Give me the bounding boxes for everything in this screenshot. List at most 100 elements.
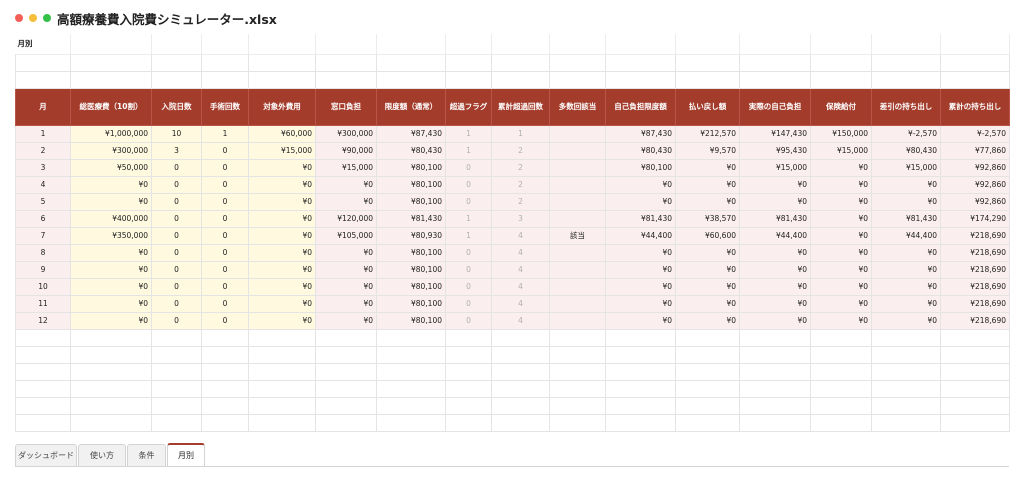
table-cell[interactable]: ¥0 <box>810 295 872 313</box>
table-cell[interactable]: 1 <box>445 210 492 228</box>
table-cell[interactable]: ¥212,570 <box>675 125 740 143</box>
table-cell[interactable]: ¥174,290 <box>940 210 1010 228</box>
sheet-tab[interactable]: 月別 <box>167 443 205 467</box>
empty-cell[interactable] <box>376 54 446 72</box>
table-cell[interactable]: ¥0 <box>675 295 740 313</box>
table-cell[interactable]: ¥80,930 <box>376 227 446 245</box>
empty-cell[interactable] <box>315 363 377 381</box>
table-cell[interactable]: ¥0 <box>605 278 676 296</box>
empty-cell[interactable] <box>491 34 550 55</box>
table-cell[interactable]: 0 <box>445 244 492 262</box>
column-header[interactable]: 累計超過回数 <box>491 88 550 126</box>
table-cell[interactable]: ¥0 <box>315 312 377 330</box>
column-header[interactable]: 払い戻し額 <box>675 88 740 126</box>
empty-cell[interactable] <box>605 71 676 89</box>
column-header[interactable]: 窓口負担 <box>315 88 377 126</box>
table-cell[interactable]: 0 <box>201 244 249 262</box>
empty-cell[interactable] <box>70 34 152 55</box>
table-cell[interactable]: ¥0 <box>810 312 872 330</box>
table-cell[interactable]: ¥0 <box>739 278 811 296</box>
table-cell[interactable]: ¥0 <box>315 176 377 194</box>
table-cell[interactable]: ¥0 <box>315 295 377 313</box>
table-cell[interactable]: 0 <box>201 278 249 296</box>
table-cell[interactable]: ¥0 <box>248 295 316 313</box>
empty-cell[interactable] <box>871 34 941 55</box>
empty-cell[interactable] <box>376 346 446 364</box>
table-cell[interactable] <box>549 210 606 228</box>
empty-cell[interactable] <box>549 380 606 398</box>
empty-cell[interactable] <box>810 54 872 72</box>
table-cell[interactable]: ¥0 <box>871 244 941 262</box>
empty-cell[interactable] <box>871 346 941 364</box>
table-cell[interactable]: ¥0 <box>871 261 941 279</box>
table-cell[interactable]: ¥0 <box>70 193 152 211</box>
empty-cell[interactable] <box>15 71 71 89</box>
column-header[interactable]: 総医療費（10割） <box>70 88 152 126</box>
table-cell[interactable]: ¥400,000 <box>70 210 152 228</box>
empty-cell[interactable] <box>201 346 249 364</box>
table-cell[interactable]: ¥15,000 <box>315 159 377 177</box>
empty-cell[interactable] <box>675 397 740 415</box>
table-cell[interactable]: ¥15,000 <box>810 142 872 160</box>
table-cell[interactable]: ¥87,430 <box>376 125 446 143</box>
empty-cell[interactable] <box>248 34 316 55</box>
empty-cell[interactable] <box>675 34 740 55</box>
table-cell[interactable]: 0 <box>445 261 492 279</box>
empty-cell[interactable] <box>871 414 941 432</box>
empty-cell[interactable] <box>940 346 1010 364</box>
table-cell[interactable]: 6 <box>15 210 71 228</box>
table-cell[interactable]: ¥60,000 <box>248 125 316 143</box>
column-header[interactable]: 差引の持ち出し <box>871 88 941 126</box>
table-cell[interactable] <box>549 142 606 160</box>
empty-cell[interactable] <box>491 329 550 347</box>
empty-cell[interactable] <box>151 346 202 364</box>
table-cell[interactable]: ¥0 <box>70 278 152 296</box>
empty-cell[interactable] <box>871 380 941 398</box>
empty-cell[interactable] <box>445 71 492 89</box>
empty-cell[interactable] <box>445 329 492 347</box>
table-cell[interactable]: ¥218,690 <box>940 244 1010 262</box>
empty-cell[interactable] <box>315 34 377 55</box>
sheet-tab[interactable]: 条件 <box>127 444 166 466</box>
empty-cell[interactable] <box>491 346 550 364</box>
empty-cell[interactable] <box>315 346 377 364</box>
table-cell[interactable]: ¥0 <box>675 176 740 194</box>
empty-cell[interactable] <box>201 34 249 55</box>
empty-cell[interactable] <box>15 363 71 381</box>
table-cell[interactable]: ¥1,000,000 <box>70 125 152 143</box>
column-header[interactable]: 限度額（通常） <box>376 88 446 126</box>
empty-cell[interactable] <box>549 363 606 381</box>
table-cell[interactable]: 9 <box>15 261 71 279</box>
empty-cell[interactable] <box>810 380 872 398</box>
table-cell[interactable]: 4 <box>491 295 550 313</box>
table-cell[interactable]: ¥38,570 <box>675 210 740 228</box>
table-cell[interactable]: 0 <box>151 176 202 194</box>
table-cell[interactable]: ¥80,100 <box>376 261 446 279</box>
close-window-button[interactable] <box>15 14 23 22</box>
empty-cell[interactable] <box>739 397 811 415</box>
table-cell[interactable]: 0 <box>151 159 202 177</box>
empty-cell[interactable] <box>810 329 872 347</box>
empty-cell[interactable] <box>376 363 446 381</box>
table-cell[interactable]: 0 <box>201 312 249 330</box>
empty-cell[interactable] <box>605 363 676 381</box>
empty-cell[interactable] <box>810 71 872 89</box>
empty-cell[interactable] <box>810 34 872 55</box>
empty-cell[interactable] <box>605 346 676 364</box>
empty-cell[interactable] <box>315 414 377 432</box>
table-cell[interactable]: ¥0 <box>248 312 316 330</box>
empty-cell[interactable] <box>810 397 872 415</box>
empty-cell[interactable] <box>201 54 249 72</box>
empty-cell[interactable] <box>739 346 811 364</box>
table-cell[interactable]: ¥15,000 <box>739 159 811 177</box>
empty-cell[interactable] <box>605 397 676 415</box>
table-cell[interactable]: 3 <box>15 159 71 177</box>
table-cell[interactable]: ¥0 <box>248 278 316 296</box>
empty-cell[interactable] <box>675 363 740 381</box>
empty-cell[interactable] <box>739 414 811 432</box>
table-cell[interactable]: 4 <box>491 244 550 262</box>
empty-cell[interactable] <box>549 34 606 55</box>
empty-cell[interactable] <box>15 380 71 398</box>
empty-cell[interactable] <box>491 363 550 381</box>
table-cell[interactable]: ¥0 <box>675 159 740 177</box>
